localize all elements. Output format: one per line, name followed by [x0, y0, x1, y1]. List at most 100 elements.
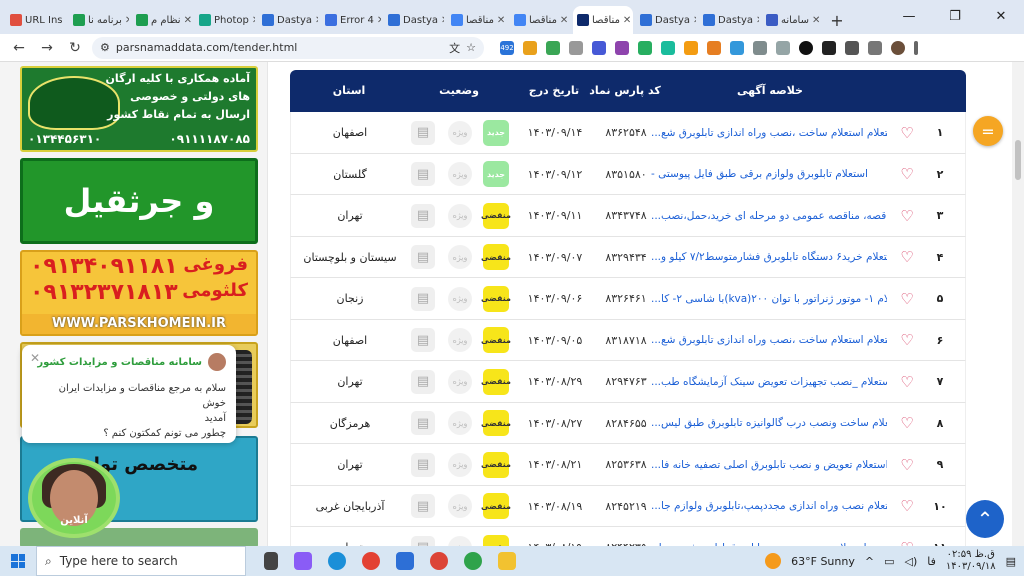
chrome-profile-icon[interactable] [464, 552, 482, 570]
document-icon[interactable]: ▤ [411, 369, 435, 394]
task-view-icon[interactable] [264, 552, 278, 570]
extension-icon[interactable] [799, 40, 813, 55]
document-icon[interactable]: ▤ [411, 203, 435, 228]
tab-close-icon[interactable]: ✕ [756, 15, 759, 26]
favorite-heart-icon[interactable]: ♡ [895, 444, 919, 485]
favorite-heart-icon[interactable]: ♡ [895, 320, 919, 361]
browser-tab[interactable]: Dastya✕ [699, 6, 759, 34]
extension-icon[interactable] [730, 40, 744, 55]
browser-tab[interactable]: Dastya✕ [384, 6, 444, 34]
tender-title-link[interactable]: استعلام تابلوبرق ولوازم برقی طبق فایل پی… [651, 154, 887, 195]
browser-tab[interactable]: مناقصا ✕ [573, 6, 633, 34]
document-icon[interactable]: ▤ [411, 411, 435, 435]
chrome-icon[interactable] [362, 552, 380, 570]
tab-close-icon[interactable]: ✕ [623, 15, 631, 26]
profile-avatar[interactable] [891, 40, 905, 55]
favorite-heart-icon[interactable]: ♡ [895, 154, 919, 195]
sidebar-toggle-icon[interactable] [868, 40, 882, 55]
tender-title-link[interactable]: استعلام تعویض و نصب تابلوبرق اصلی تصفیه … [651, 444, 887, 485]
extension-icon[interactable] [707, 40, 721, 55]
tender-title-link[interactable]: استعلام استعلام ساخت ،نصب وراه اندازی تا… [651, 112, 887, 153]
extension-icon[interactable] [569, 40, 583, 55]
ad-banner-parskhomein[interactable]: ۰۹۱۳۴۰۹۱۱۸۱ ۰۹۱۳۲۳۷۱۸۱۳ فروغی کلثومی WWW… [20, 250, 258, 336]
tender-title-link[interactable]: استعلام ۱- موتور ژنراتور با توان ۲۰۰(kva… [651, 278, 887, 319]
tab-close-icon[interactable]: ✕ [184, 15, 192, 26]
scrollbar-thumb[interactable] [1015, 140, 1021, 180]
browser-tab[interactable]: مناقصا ✕ [510, 6, 570, 34]
favorite-heart-icon[interactable]: ♡ [895, 237, 919, 278]
tab-close-icon[interactable]: ✕ [315, 15, 318, 26]
bookmark-star-icon[interactable]: ☆ [466, 41, 476, 54]
favorite-heart-icon[interactable]: ♡ [895, 112, 919, 153]
extension-icon[interactable] [684, 40, 698, 55]
tab-close-icon[interactable]: ✕ [693, 15, 696, 26]
extension-icon[interactable]: 492 [500, 40, 514, 55]
menu-button[interactable]: = [973, 116, 1003, 146]
browser-tab[interactable]: Dastya✕ [258, 6, 318, 34]
taskbar-search[interactable]: ⌕ Type here to search [36, 546, 246, 576]
favorite-heart-icon[interactable]: ♡ [895, 195, 919, 236]
file-explorer-icon[interactable] [498, 552, 516, 570]
translate-icon[interactable]: 文 [449, 40, 460, 56]
header-date[interactable]: تاریخ درج [518, 70, 590, 112]
browser-tab[interactable]: Error 4✕ [321, 6, 381, 34]
favorite-heart-icon[interactable]: ♡ [895, 278, 919, 319]
tab-close-icon[interactable]: ✕ [497, 15, 505, 26]
browser-tab[interactable]: برنامه نا✕ [69, 6, 129, 34]
document-icon[interactable]: ▤ [411, 245, 435, 269]
document-icon[interactable]: ▤ [411, 452, 435, 477]
extension-icon[interactable] [592, 40, 606, 55]
chat-agent-button[interactable]: آنلاین [28, 458, 120, 538]
tray-chevron-icon[interactable]: ^ [865, 555, 874, 568]
document-icon[interactable]: ▤ [411, 286, 435, 311]
close-icon[interactable]: ✕ [30, 351, 40, 365]
header-code[interactable]: کد پارس نماد [588, 70, 662, 112]
app-icon[interactable] [396, 552, 414, 570]
extensions-puzzle-icon[interactable] [845, 40, 859, 55]
favorite-heart-icon[interactable]: ♡ [895, 527, 919, 547]
tab-close-icon[interactable]: ✕ [125, 15, 129, 26]
ad-banner-crane[interactable]: و جرثقیل [20, 158, 258, 244]
address-bar[interactable]: ⚙ parsnamaddata.com/tender.html 文 ☆ [92, 36, 484, 59]
forward-button[interactable]: → [36, 37, 58, 59]
clock[interactable]: ق.ظ ۰۲:۵۹ ۱۴۰۳/۰۹/۱۸ [946, 549, 996, 573]
start-button[interactable] [0, 546, 36, 576]
header-summary[interactable]: خلاصه آگهی [652, 70, 888, 112]
extension-icon[interactable] [615, 40, 629, 55]
document-icon[interactable]: ▤ [411, 494, 435, 518]
maximize-button[interactable]: ❐ [932, 0, 978, 32]
favorite-heart-icon[interactable]: ♡ [895, 486, 919, 527]
new-tab-button[interactable]: + [825, 6, 849, 34]
extension-icon[interactable] [546, 40, 560, 55]
tab-close-icon[interactable]: ✕ [812, 15, 820, 26]
extension-icon[interactable] [638, 40, 652, 55]
tender-title-link[interactable]: استعلام ساخت ونصب درب گالوانیزه تابلوبرق… [651, 403, 887, 444]
network-icon[interactable]: ▭ [884, 555, 894, 568]
chrome-profile-icon[interactable] [430, 552, 448, 570]
tender-title-link[interactable]: استعلام استعلام ساخت ،نصب وراه اندازی تا… [651, 320, 887, 361]
more-menu-icon[interactable] [914, 40, 918, 55]
ad-banner-bargh[interactable]: آماده همکاری با کلیه ارگان های دولتی و خ… [20, 66, 258, 152]
tab-close-icon[interactable]: ✕ [252, 15, 255, 26]
browser-tab[interactable]: مناقصا ✕ [447, 6, 507, 34]
extension-icon[interactable] [523, 40, 537, 55]
document-icon[interactable]: ▤ [411, 120, 435, 145]
language-indicator[interactable]: فا [927, 555, 936, 568]
scroll-top-button[interactable]: ⌃ [966, 500, 1004, 538]
minimize-button[interactable]: — [886, 0, 932, 32]
copilot-icon[interactable] [294, 552, 312, 570]
notifications-icon[interactable]: ▤ [1006, 555, 1016, 568]
header-province[interactable]: استان [290, 70, 408, 112]
tender-title-link[interactable]: استعلام خرید۶ دستگاه تابلوبرق فشارمتوسط۷… [651, 237, 887, 278]
edge-icon[interactable] [328, 552, 346, 570]
favorite-heart-icon[interactable]: ♡ [895, 361, 919, 402]
weather-text[interactable]: 63°F Sunny [791, 555, 855, 568]
document-icon[interactable]: ▤ [411, 162, 435, 186]
tab-close-icon[interactable]: ✕ [377, 15, 381, 26]
reload-button[interactable]: ↻ [64, 37, 86, 59]
extension-icon[interactable] [822, 40, 836, 55]
tender-title-link[interactable]: استعلام _نصب تجهیزات تعویض سینک آزمایشگا… [651, 361, 887, 402]
tab-close-icon[interactable]: ✕ [560, 15, 568, 26]
page-scrollbar[interactable] [1012, 62, 1024, 546]
site-info-icon[interactable]: ⚙ [100, 41, 110, 54]
